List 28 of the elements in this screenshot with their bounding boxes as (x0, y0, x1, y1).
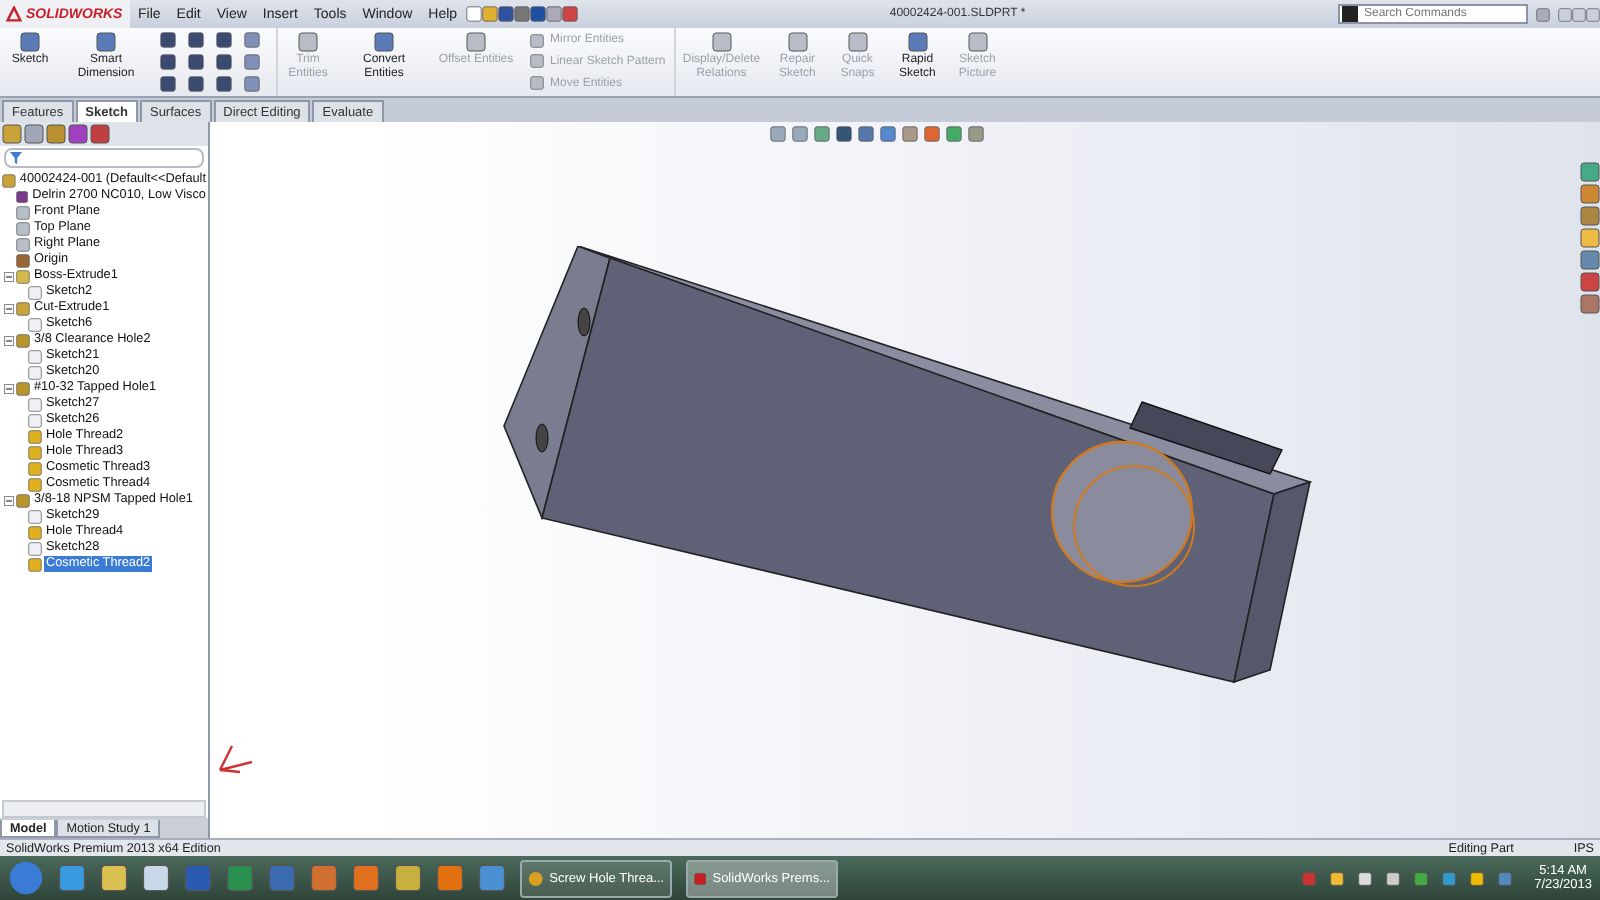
taskbar-app-icon[interactable] (310, 864, 338, 892)
command-icon (298, 32, 318, 52)
collapse-icon[interactable] (4, 383, 14, 393)
collapse-icon[interactable] (4, 303, 14, 313)
command-icon (20, 32, 40, 52)
collapse-icon[interactable] (4, 271, 14, 281)
scrollbar[interactable] (2, 800, 206, 818)
taskbar-app-icon[interactable] (436, 864, 464, 892)
taskbar-app-icon[interactable] (100, 864, 128, 892)
command-icon (967, 32, 988, 52)
collapse-icon[interactable] (4, 495, 14, 505)
command-icon (787, 32, 808, 52)
taskbar-app-icon[interactable] (58, 864, 86, 892)
start-button-icon[interactable] (8, 860, 44, 896)
filter-field[interactable] (4, 148, 204, 168)
taskbar-app-icon[interactable] (394, 864, 422, 892)
command-icon (847, 32, 868, 52)
taskbar-app-icon[interactable] (478, 864, 506, 892)
command-icon (907, 32, 928, 52)
collapse-icon[interactable] (4, 335, 14, 345)
axis-triad-icon (216, 742, 256, 774)
taskbar-app-icon[interactable] (142, 864, 170, 892)
filter-icon (10, 152, 22, 164)
taskbar-app-icon[interactable] (352, 864, 380, 892)
command-icon (466, 32, 486, 52)
command-icon (96, 32, 116, 52)
command-icon (711, 32, 732, 52)
command-icon (374, 32, 394, 52)
